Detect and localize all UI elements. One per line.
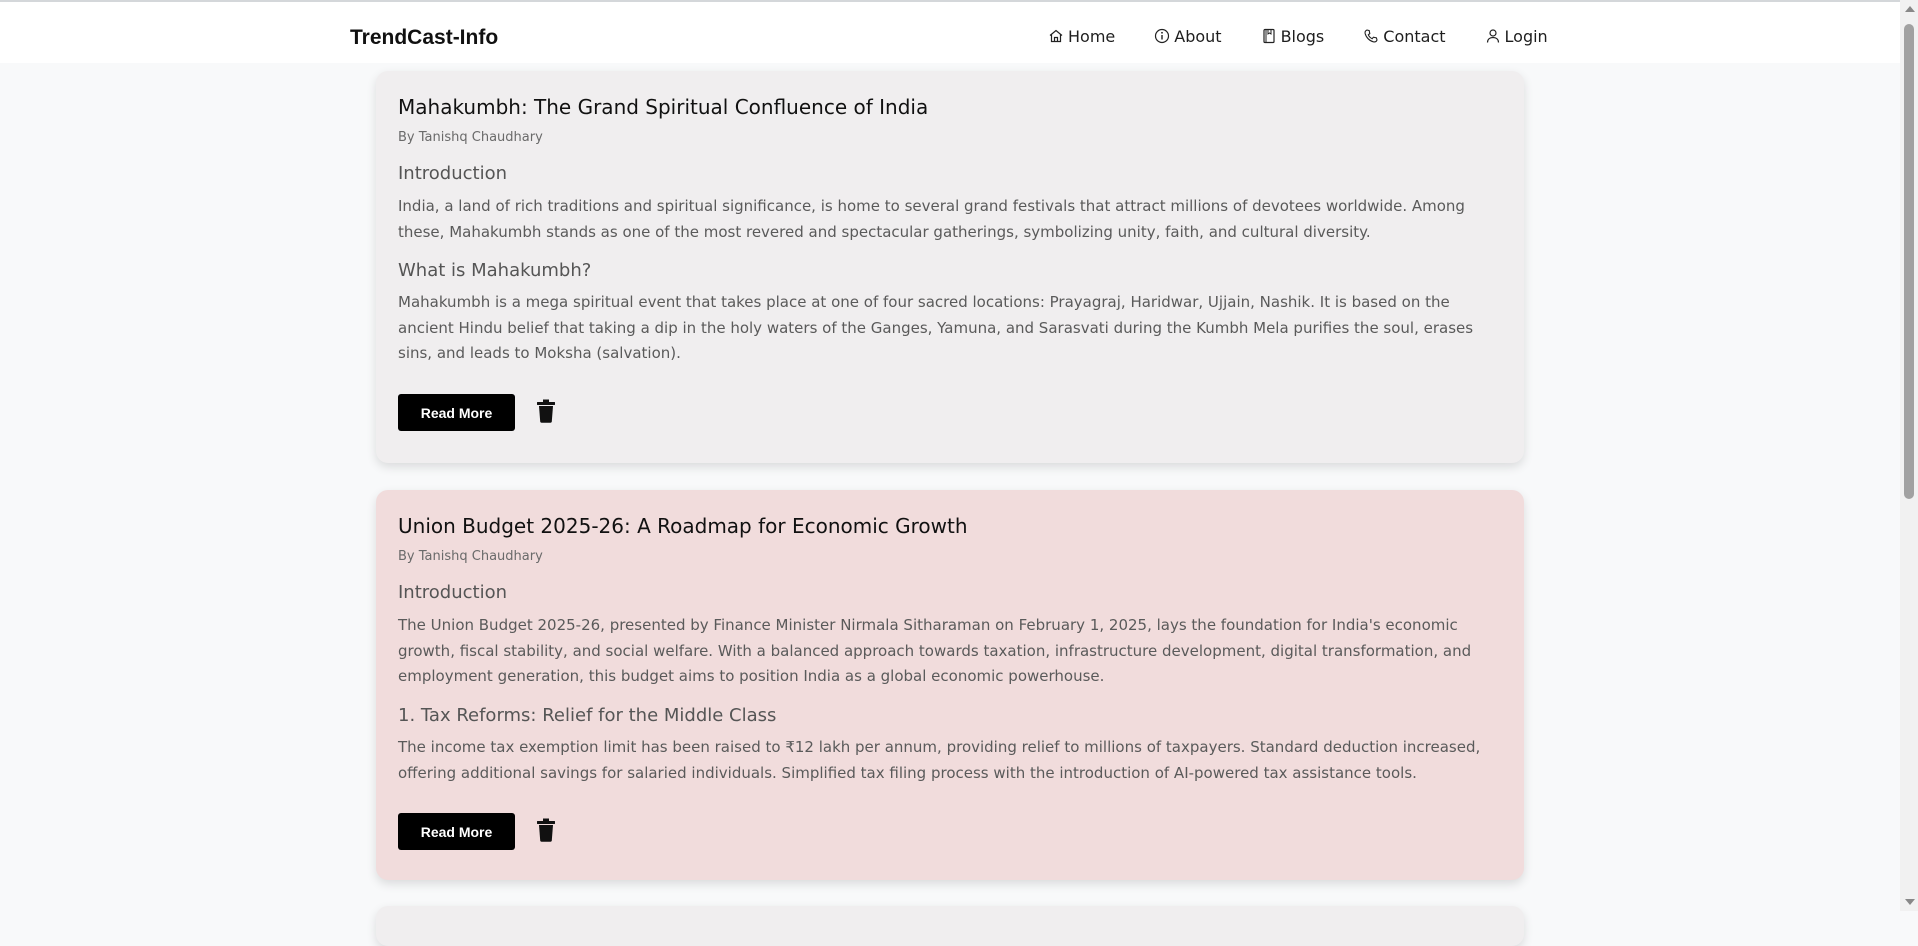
nav-about[interactable]: About: [1154, 26, 1222, 46]
nav-login[interactable]: Login: [1485, 27, 1548, 46]
info-icon: [1155, 28, 1170, 44]
nav-contact-label: Contact: [1383, 26, 1446, 46]
blog-paragraph: India, a land of rich traditions and spi…: [398, 197, 1465, 241]
blog-card: Mahakumbh: The Grand Spiritual Confluenc…: [376, 71, 1524, 463]
blog-heading: 1. Tax Reforms: Relief for the Middle Cl…: [398, 705, 777, 726]
phone-icon: [1364, 29, 1378, 43]
blog-title: Union Budget 2025-26: A Roadmap for Econ…: [398, 514, 968, 538]
blog-heading: Introduction: [398, 582, 508, 603]
blog-title: Mahakumbh: The Grand Spiritual Confluenc…: [398, 95, 929, 119]
blog-author: By Tanishq Chaudhary: [398, 130, 543, 145]
nav-contact[interactable]: Contact: [1363, 26, 1446, 46]
scroll-up-arrow-icon[interactable]: [1905, 6, 1915, 12]
brand-logo[interactable]: TrendCast-Info: [350, 26, 498, 50]
blog-heading: Introduction: [398, 163, 508, 184]
nav-links: Home About Blogs Contact Login: [1048, 24, 1548, 48]
nav-home-label: Home: [1068, 26, 1116, 46]
nav-login-label: Login: [1504, 26, 1548, 46]
nav-blogs-label: Blogs: [1280, 26, 1325, 46]
read-more-button[interactable]: Read More: [398, 813, 515, 850]
blog-author: By Tanishq Chaudhary: [398, 549, 543, 564]
trash-icon[interactable]: [536, 399, 556, 423]
scroll-thumb[interactable]: [1904, 24, 1914, 499]
blog-card: [376, 906, 1524, 946]
trash-icon[interactable]: [536, 818, 556, 842]
blog-paragraph: Mahakumbh is a mega spiritual event that…: [398, 293, 1474, 363]
scrollbar[interactable]: [1900, 0, 1918, 911]
nav-home[interactable]: Home: [1048, 27, 1115, 46]
user-icon: [1486, 29, 1499, 43]
blog-card: Union Budget 2025-26: A Roadmap for Econ…: [376, 490, 1524, 880]
blog-paragraph: The Union Budget 2025-26, presented by F…: [398, 616, 1472, 686]
nav-blogs[interactable]: Blogs: [1261, 26, 1325, 46]
blog-heading: What is Mahakumbh?: [398, 260, 592, 281]
blog-paragraph: The income tax exemption limit has been …: [398, 738, 1481, 782]
read-more-button[interactable]: Read More: [398, 394, 515, 431]
book-icon: [1262, 28, 1275, 44]
nav-about-label: About: [1174, 26, 1222, 46]
home-icon: [1049, 29, 1063, 43]
scroll-down-arrow-icon[interactable]: [1905, 899, 1915, 905]
navbar: TrendCast-Info Home About Blogs Contact …: [0, 2, 1900, 63]
